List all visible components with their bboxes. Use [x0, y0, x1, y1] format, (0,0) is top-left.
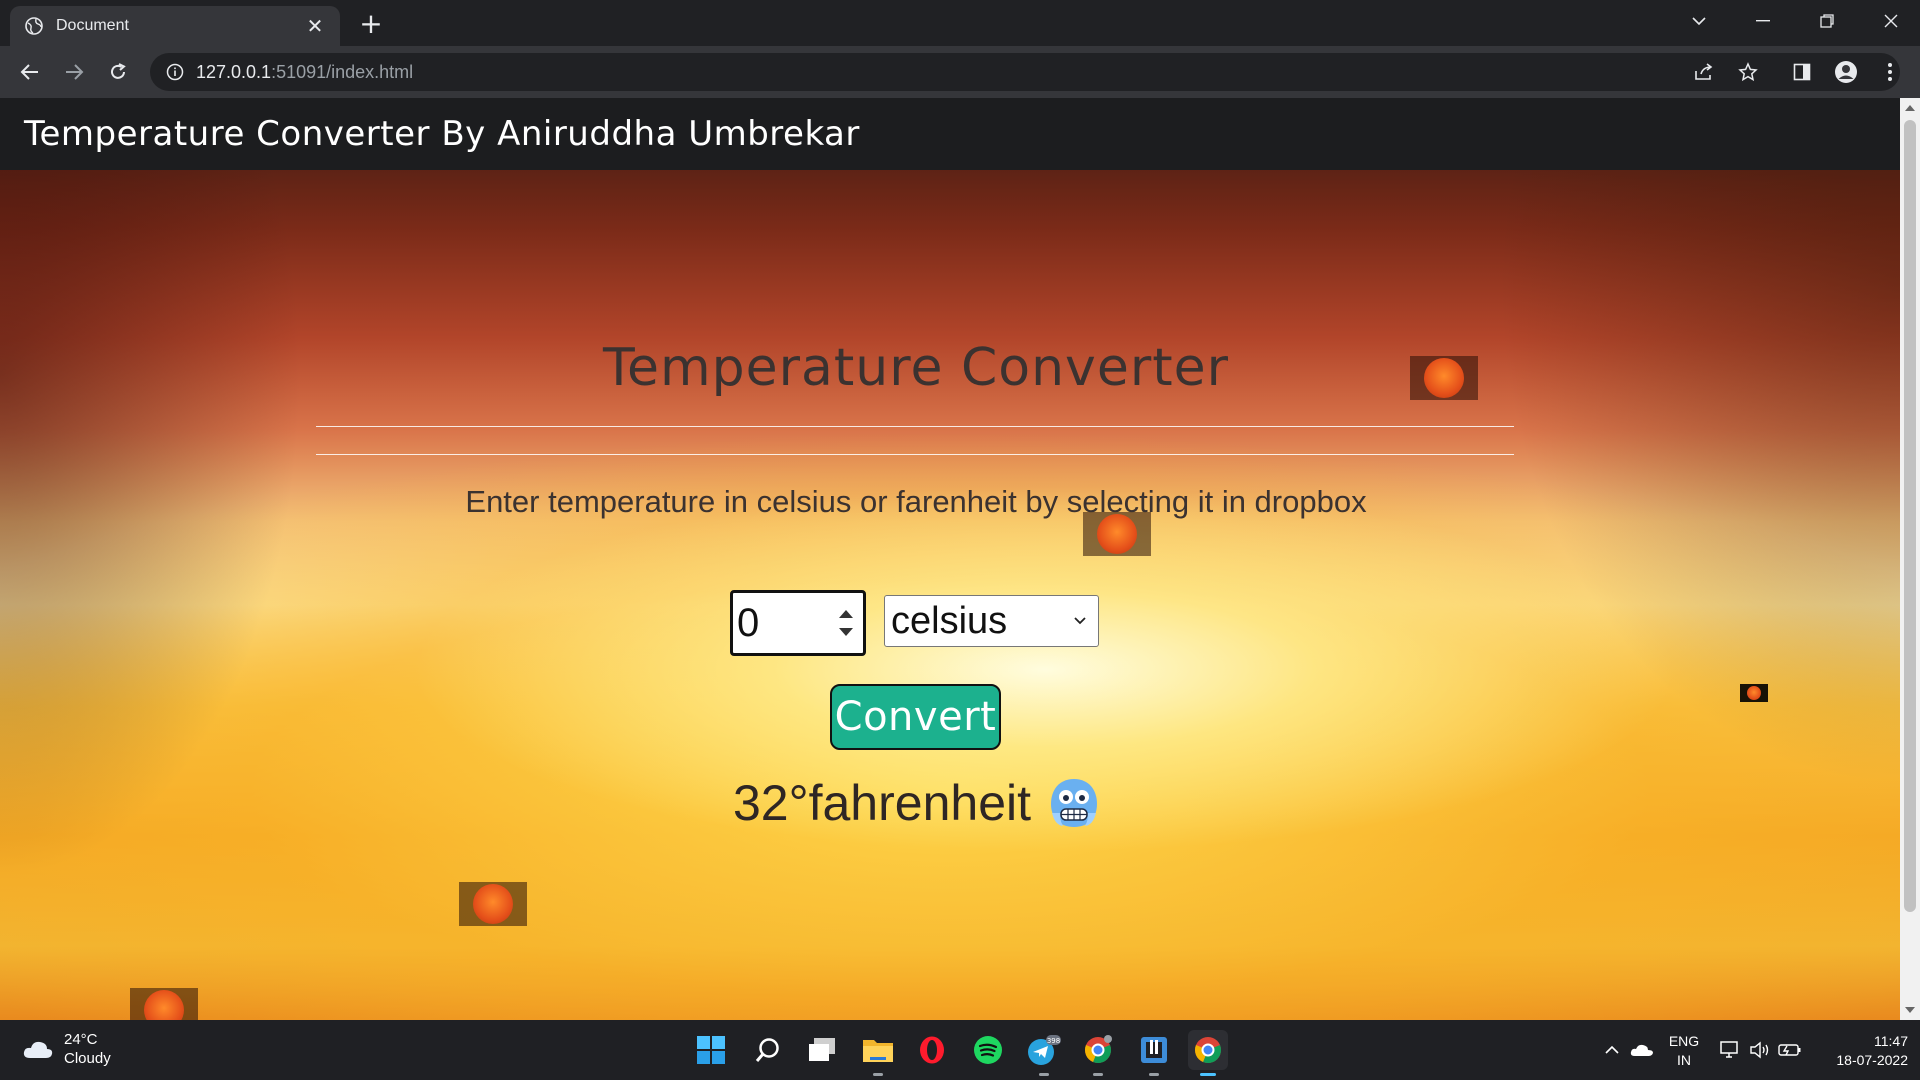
tab-search-icon[interactable]	[1676, 6, 1722, 36]
share-icon[interactable]	[1688, 56, 1720, 88]
battery-icon[interactable]	[1770, 1030, 1810, 1070]
spotify-icon[interactable]	[968, 1030, 1008, 1070]
cold-face-icon	[1051, 779, 1097, 827]
unit-select[interactable]: celsius	[884, 595, 1099, 647]
site-brand[interactable]: Temperature Converter By Aniruddha Umbre…	[24, 114, 860, 154]
start-windows-icon[interactable]	[691, 1030, 731, 1070]
task-view-icon[interactable]	[802, 1030, 842, 1070]
background-image	[0, 98, 1900, 1020]
search-icon[interactable]	[748, 1030, 788, 1070]
language-code: ENG	[1668, 1033, 1700, 1049]
convert-button[interactable]: Convert	[830, 684, 1001, 750]
weather-temperature: 24°C	[64, 1031, 98, 1048]
page-scrollbar[interactable]	[1900, 98, 1920, 1020]
forward-arrow-icon[interactable]	[58, 56, 90, 88]
onedrive-cloud-icon[interactable]	[1622, 1030, 1662, 1070]
number-spinner[interactable]	[835, 593, 857, 653]
sun-decoration	[1740, 684, 1768, 702]
spin-up-icon[interactable]	[839, 610, 853, 618]
chevron-down-icon	[1070, 617, 1090, 625]
sun-decoration	[130, 988, 198, 1020]
result-display: 32°fahrenheit	[0, 774, 1832, 832]
globe-icon	[25, 17, 43, 35]
scroll-down-icon[interactable]	[1905, 1007, 1915, 1013]
instructions-text: Enter temperature in celsius or farenhei…	[465, 484, 1367, 519]
bookmark-star-icon[interactable]	[1732, 56, 1764, 88]
profile-icon[interactable]	[1830, 56, 1862, 88]
file-explorer-icon[interactable]	[858, 1030, 898, 1076]
temperature-input[interactable]: 0	[730, 590, 866, 656]
opera-browser-icon[interactable]	[912, 1030, 952, 1070]
divider	[316, 426, 1514, 427]
tab-title: Document	[56, 17, 129, 34]
chrome-icon[interactable]	[1188, 1030, 1228, 1076]
reload-icon[interactable]	[102, 56, 134, 88]
browser-toolbar: 127.0.0.1:51091/index.html	[0, 46, 1920, 98]
page-title: Temperature Converter	[603, 338, 1229, 398]
scrollbar-thumb[interactable]	[1904, 120, 1916, 912]
chrome-dev-icon[interactable]	[1078, 1030, 1118, 1076]
result-text: 32°fahrenheit	[733, 775, 1031, 831]
language-indicator[interactable]: ENG IN	[1664, 1032, 1704, 1070]
system-clock[interactable]: 11:47 18-07-2022	[1812, 1032, 1908, 1070]
sun-decoration	[459, 882, 527, 926]
divider	[316, 454, 1514, 455]
telegram-badge-count: 398	[1047, 1037, 1060, 1045]
clock-time: 11:47	[1874, 1033, 1908, 1049]
telegram-icon[interactable]: 398	[1024, 1030, 1064, 1076]
clock-date: 18-07-2022	[1836, 1052, 1908, 1068]
weather-widget[interactable]: 24°C Cloudy	[22, 1030, 111, 1068]
unit-selected-value: celsius	[891, 599, 1008, 642]
close-window-icon[interactable]	[1868, 6, 1914, 36]
tab-close-icon[interactable]: ✕	[304, 16, 326, 36]
new-tab-button[interactable]: +	[356, 10, 386, 40]
address-bar[interactable]: 127.0.0.1:51091/index.html	[150, 53, 1900, 91]
browser-tab[interactable]: Document ✕	[10, 6, 340, 46]
site-navbar: Temperature Converter By Aniruddha Umbre…	[0, 98, 1900, 170]
menu-dots-icon[interactable]	[1874, 56, 1906, 88]
region-code: IN	[1677, 1052, 1691, 1068]
restore-icon[interactable]	[1804, 6, 1850, 36]
side-panel-icon[interactable]	[1786, 56, 1818, 88]
temperature-value: 0	[737, 600, 760, 645]
info-icon[interactable]	[166, 63, 184, 81]
spin-down-icon[interactable]	[839, 628, 853, 636]
windows-taskbar: 24°C Cloudy 398 ENG IN 11:47 18-07-2022	[0, 1020, 1920, 1080]
minimize-icon[interactable]	[1740, 6, 1786, 36]
browser-tab-bar: Document ✕ +	[0, 0, 1920, 46]
scroll-up-icon[interactable]	[1905, 105, 1915, 111]
url-host: 127.0.0.1	[196, 61, 272, 82]
page-viewport: Temperature Converter By Aniruddha Umbre…	[0, 98, 1900, 1020]
cloud-icon	[23, 1041, 53, 1058]
back-arrow-icon[interactable]	[14, 56, 46, 88]
weather-condition: Cloudy	[64, 1050, 111, 1067]
app-icon[interactable]	[1134, 1030, 1174, 1076]
url-path: :51091/index.html	[271, 61, 414, 82]
